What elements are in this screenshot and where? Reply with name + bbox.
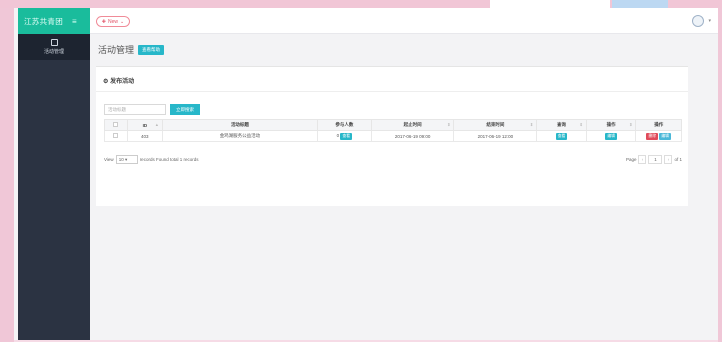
- next-page-button[interactable]: ›: [664, 155, 673, 164]
- pager-records-text: records Found total 1 records: [139, 157, 199, 162]
- pager-of-text: of 1: [674, 157, 682, 162]
- per-page-select[interactable]: 10 ▾: [115, 155, 138, 164]
- hamburger-icon[interactable]: ≡: [72, 17, 77, 26]
- table-header-row: ID ▲ 活动标题 参与人数 起止时间 ⇕ 结束时间 ⇕ 查询 ⇕ 操作 ⇕ 操作: [104, 119, 682, 131]
- pager-controls: Page ‹ 1 › of 1: [626, 155, 682, 164]
- view-button[interactable]: 查看: [555, 132, 568, 140]
- main-content: 活动管理 查看帮助 ⚙ 发布活动 活动标题 立即搜索 ID ▲ 活动标题 参与人数…: [90, 34, 718, 340]
- checkbox[interactable]: [113, 122, 119, 127]
- search-input[interactable]: 活动标题: [104, 104, 166, 115]
- cell-title: 金鸡湖服务公益活动: [161, 130, 318, 142]
- search-button[interactable]: 立即搜索: [170, 104, 200, 115]
- pager-page-label: Page: [625, 157, 637, 162]
- calendar-icon: [50, 39, 58, 46]
- top-bar: ✚ New ⌄ ▾: [90, 8, 718, 34]
- column-header-query[interactable]: 查询 ⇕: [536, 119, 587, 131]
- brand-bar: 江苏共青团 ≡: [18, 8, 90, 34]
- sidebar-item-activity[interactable]: 活动管理: [18, 34, 90, 60]
- select-all-header[interactable]: [104, 119, 128, 131]
- sort-icon: ⇕: [529, 122, 534, 127]
- sidebar: 江苏共青团 ≡ 活动管理: [18, 8, 90, 340]
- sort-icon: ⇕: [629, 122, 633, 127]
- delete-button[interactable]: 删除: [646, 132, 659, 140]
- help-button[interactable]: 查看帮助: [138, 44, 165, 55]
- sidebar-item-label: 活动管理: [43, 49, 64, 55]
- cell-id: 403: [126, 130, 163, 142]
- view-participants-button[interactable]: 查看: [340, 132, 353, 140]
- gear-icon: ⚙: [103, 79, 109, 85]
- edit-button[interactable]: 编辑: [605, 132, 617, 140]
- checkbox[interactable]: [113, 133, 119, 138]
- page-header: 活动管理 查看帮助: [98, 43, 165, 56]
- column-header-participants[interactable]: 参与人数: [316, 119, 372, 131]
- new-button[interactable]: ✚ New ⌄: [96, 16, 130, 27]
- cell-start-time: 2017-06-19 09:00: [370, 130, 455, 142]
- new-button-label: New: [107, 18, 118, 25]
- cell-action: 编辑: [585, 130, 637, 142]
- sort-icon: ▲: [154, 122, 159, 127]
- activity-panel: ⚙ 发布活动 活动标题 立即搜索 ID ▲ 活动标题 参与人数 起止时间 ⇕ 结束时…: [96, 66, 688, 206]
- column-header-id[interactable]: ID ▲: [126, 119, 163, 131]
- sort-icon: ⇕: [447, 122, 451, 127]
- pager-info: View 10 ▾ records Found total 1 records: [104, 155, 198, 164]
- column-header-start[interactable]: 起止时间 ⇕: [370, 119, 455, 131]
- panel-divider: [96, 91, 688, 92]
- brand-name: 江苏共青团: [24, 16, 63, 26]
- cell-ops: 删除 编辑: [635, 130, 682, 142]
- cell-participants: 0 查看: [316, 130, 372, 142]
- chevron-down-icon: ⌄: [120, 18, 125, 25]
- modify-button[interactable]: 编辑: [659, 132, 671, 140]
- window-left-edge: [0, 8, 14, 342]
- page-number-input[interactable]: 1: [648, 155, 663, 164]
- column-header-title[interactable]: 活动标题: [161, 119, 318, 131]
- pager-view-label: View: [104, 157, 114, 162]
- plus-icon: ✚: [101, 18, 106, 25]
- cell-query: 查看: [536, 130, 587, 142]
- activity-table: ID ▲ 活动标题 参与人数 起止时间 ⇕ 结束时间 ⇕ 查询 ⇕ 操作 ⇕ 操作 403: [104, 119, 682, 142]
- avatar[interactable]: [692, 15, 704, 27]
- column-header-ops: 操作: [635, 119, 682, 131]
- cell-end-time: 2017-06-19 12:00: [453, 130, 538, 142]
- window-right-edge: [718, 8, 722, 342]
- panel-title: ⚙ 发布活动: [103, 76, 134, 85]
- app-window: 江苏共青团 ≡ 活动管理 ✚ New ⌄ ▾ 活动管理 查看帮助 ⚙ 发布活动 …: [14, 8, 718, 340]
- chevron-down-icon[interactable]: ▾: [708, 18, 711, 24]
- page-title: 活动管理: [98, 45, 135, 55]
- column-header-action[interactable]: 操作 ⇕: [585, 119, 637, 131]
- row-checkbox-cell[interactable]: [104, 130, 128, 142]
- sort-icon: ⇕: [579, 122, 583, 127]
- prev-page-button[interactable]: ‹: [638, 155, 647, 164]
- column-header-end[interactable]: 结束时间 ⇕: [453, 119, 538, 131]
- table-row[interactable]: 403 金鸡湖服务公益活动 0 查看 2017-06-19 09:00 2017…: [104, 130, 682, 142]
- browser-top-bar: [0, 0, 722, 8]
- panel-title-text: 发布活动: [110, 79, 135, 85]
